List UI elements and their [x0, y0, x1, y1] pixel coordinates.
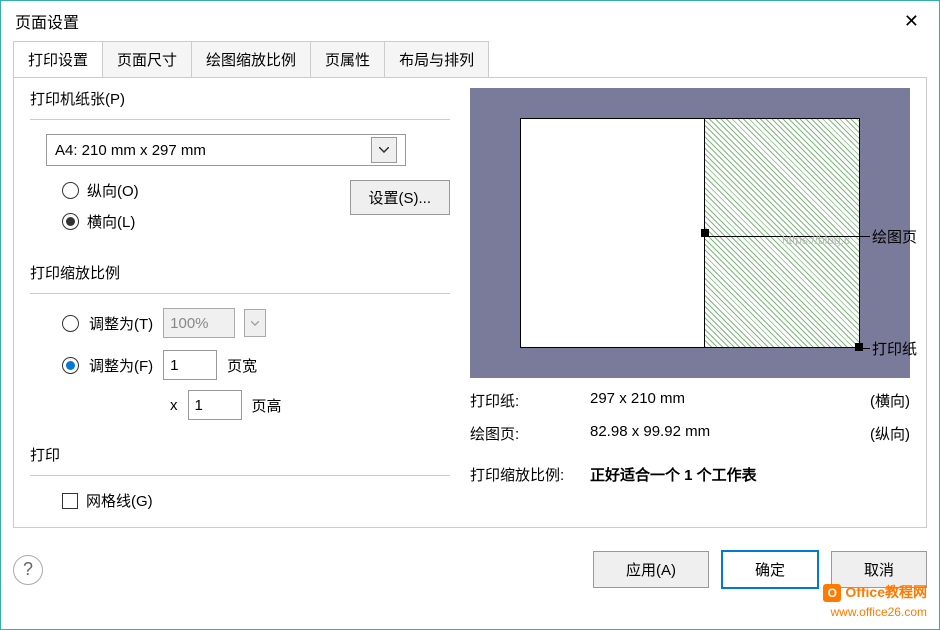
- watermark-line2: www.office26.com: [831, 605, 928, 619]
- portrait-label: 纵向(O): [87, 180, 139, 201]
- fit-to-label: 调整为(F): [89, 355, 153, 376]
- landscape-radio-row[interactable]: 横向(L): [62, 211, 330, 232]
- tabs: 打印设置 页面尺寸 绘图缩放比例 页属性 布局与排列: [1, 41, 939, 78]
- chevron-down-icon[interactable]: [371, 137, 397, 163]
- printer-setup-button[interactable]: 设置(S)...: [350, 180, 451, 215]
- preview-box: 绘图页 打印纸 https://blog.c: [470, 88, 910, 378]
- info-paper-label: 打印纸:: [470, 390, 590, 411]
- info-drawing-value: 82.98 x 99.92 mm: [590, 423, 870, 444]
- callout-paper-label: 打印纸: [872, 338, 917, 359]
- fit-to-radio-row[interactable]: 调整为(F) 1 页宽: [62, 350, 450, 380]
- tab-page-size[interactable]: 页面尺寸: [102, 41, 192, 77]
- zoom-info-row: 打印缩放比例: 正好适合一个 1 个工作表: [470, 464, 910, 485]
- paper-size-select[interactable]: A4: 210 mm x 297 mm: [46, 134, 406, 166]
- fit-height-prefix: x: [170, 397, 178, 414]
- cancel-button[interactable]: 取消: [831, 551, 927, 588]
- close-icon[interactable]: ✕: [898, 11, 925, 32]
- bottom-bar: ? 应用(A) 确定 取消: [1, 540, 939, 599]
- apply-button[interactable]: 应用(A): [593, 551, 709, 588]
- callout-line: [858, 348, 870, 349]
- left-panel: 打印机纸张(P) A4: 210 mm x 297 mm 纵向(O) 横向(L)…: [30, 88, 450, 511]
- fit-width-input[interactable]: 1: [163, 350, 217, 380]
- tab-drawing-scale[interactable]: 绘图缩放比例: [191, 41, 311, 77]
- help-icon[interactable]: ?: [13, 555, 43, 585]
- adjust-to-radio-row[interactable]: 调整为(T) 100%: [62, 308, 450, 338]
- info-paper-value: 297 x 210 mm: [590, 390, 870, 411]
- radio-icon: [62, 182, 79, 199]
- info-paper-orient: (横向): [870, 390, 910, 411]
- info-drawing-row: 绘图页: 82.98 x 99.92 mm (纵向): [470, 423, 910, 444]
- faint-watermark: https://blog.c: [782, 233, 850, 247]
- tab-content: 打印机纸张(P) A4: 210 mm x 297 mm 纵向(O) 横向(L)…: [13, 77, 927, 528]
- right-panel: 绘图页 打印纸 https://blog.c 打印纸: 297 x 210 mm…: [470, 88, 910, 511]
- tab-page-properties[interactable]: 页属性: [310, 41, 385, 77]
- handle-icon: [855, 343, 863, 351]
- adjust-to-label: 调整为(T): [89, 313, 153, 334]
- zoom-info-label: 打印缩放比例:: [470, 464, 590, 485]
- titlebar: 页面设置 ✕: [1, 1, 939, 41]
- ok-button[interactable]: 确定: [721, 550, 819, 589]
- chevron-down-icon: [244, 309, 266, 337]
- info-drawing-orient: (纵向): [870, 423, 910, 444]
- callout-drawing-label: 绘图页: [872, 226, 917, 247]
- tab-layout-routing[interactable]: 布局与排列: [384, 41, 489, 77]
- adjust-to-spinner: 100%: [163, 308, 235, 338]
- checkbox-icon: [62, 493, 78, 509]
- fit-width-label: 页宽: [227, 355, 257, 376]
- fit-height-input[interactable]: 1: [188, 390, 242, 420]
- window-title: 页面设置: [15, 9, 79, 33]
- fit-height-label: 页高: [252, 395, 282, 416]
- radio-icon: [62, 213, 79, 230]
- print-zoom-title: 打印缩放比例: [30, 262, 450, 294]
- gridlines-label: 网格线(G): [86, 490, 153, 511]
- info-drawing-label: 绘图页:: [470, 423, 590, 444]
- landscape-label: 横向(L): [87, 211, 135, 232]
- fit-to-height-row: x 1 页高: [170, 390, 450, 420]
- portrait-radio-row[interactable]: 纵向(O): [62, 180, 330, 201]
- printer-paper-title: 打印机纸张(P): [30, 88, 450, 120]
- print-section-title: 打印: [30, 444, 450, 476]
- info-paper-row: 打印纸: 297 x 210 mm (横向): [470, 390, 910, 411]
- paper-size-value: A4: 210 mm x 297 mm: [55, 142, 371, 159]
- zoom-info-value: 正好适合一个 1 个工作表: [590, 464, 757, 485]
- gridlines-checkbox-row[interactable]: 网格线(G): [62, 490, 450, 511]
- radio-icon: [62, 315, 79, 332]
- radio-icon: [62, 357, 79, 374]
- tab-print-setup[interactable]: 打印设置: [13, 41, 103, 77]
